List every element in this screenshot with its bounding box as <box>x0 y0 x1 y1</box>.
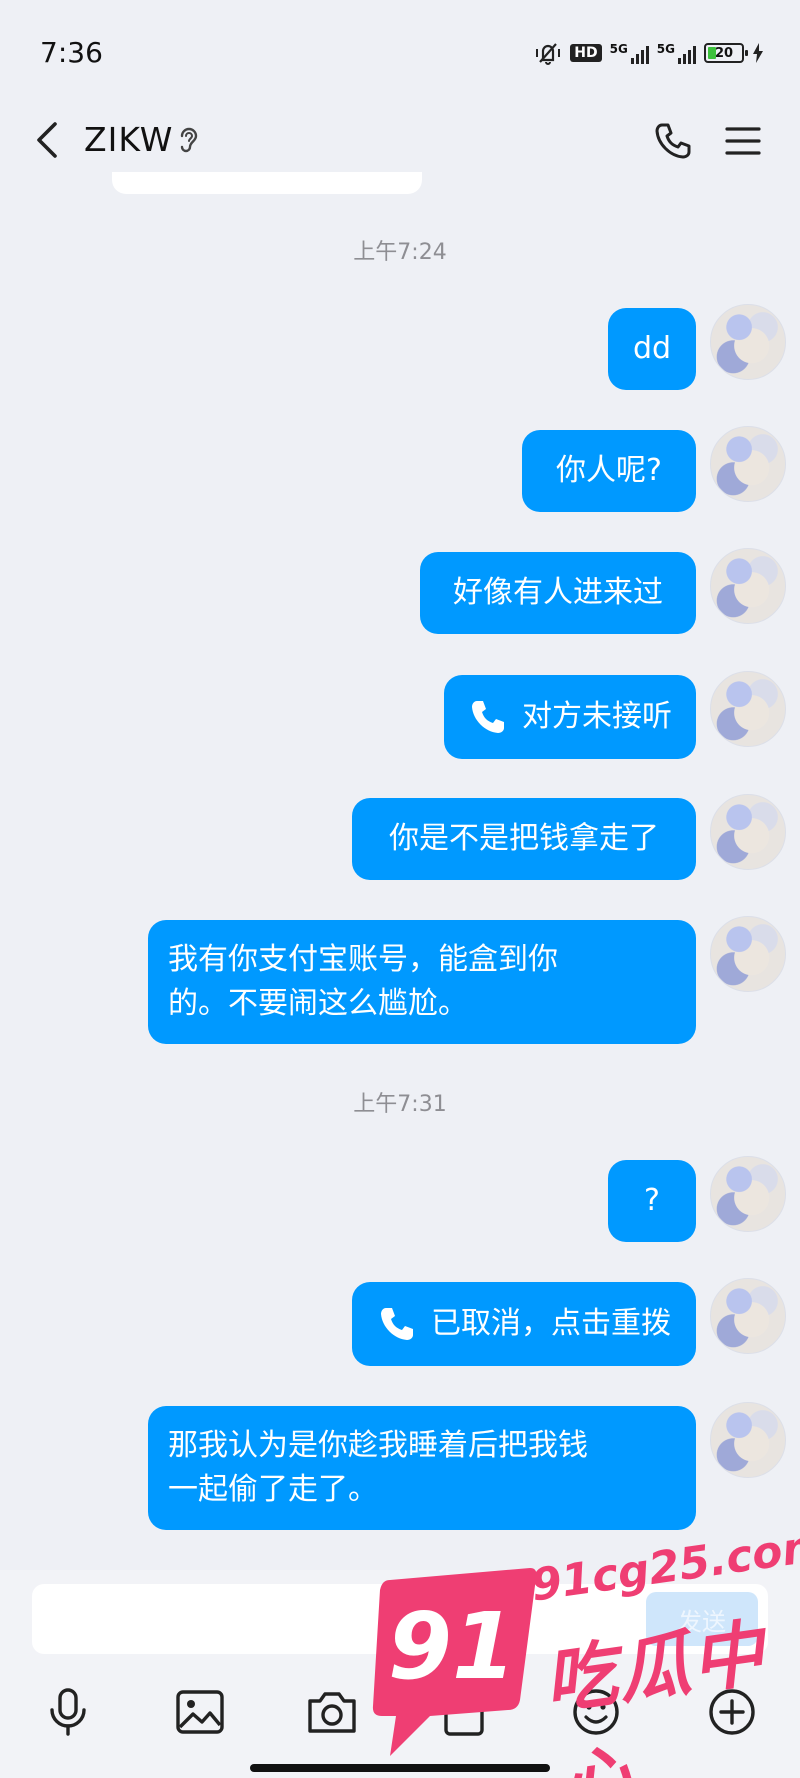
message-text: 你人呢? <box>556 453 662 488</box>
message-text: 你是不是把钱拿走了 <box>389 821 659 856</box>
avatar[interactable] <box>710 916 786 992</box>
message-row: dd <box>608 304 786 390</box>
signal-icon: 5G <box>610 42 649 64</box>
mute-vibrate-icon <box>536 43 561 65</box>
message-bubble[interactable]: 你是不是把钱拿走了 <box>352 798 696 880</box>
image-button[interactable] <box>168 1680 232 1744</box>
send-button[interactable]: 发送 <box>646 1592 758 1646</box>
call-record-text: 对方未接听 <box>522 699 672 734</box>
avatar[interactable] <box>710 1278 786 1354</box>
voice-call-button[interactable] <box>648 116 698 166</box>
message-row: 那我认为是你趁我睡着后把我钱 一起偷了走了。 <box>148 1402 786 1530</box>
message-text: ? <box>644 1183 660 1218</box>
charging-icon <box>753 43 763 63</box>
message-text-line: 一起偷了走了。 <box>168 1472 378 1507</box>
message-row: 对方未接听 <box>444 671 786 759</box>
menu-icon <box>725 127 761 155</box>
message-row: 好像有人进来过 <box>420 548 786 634</box>
more-button[interactable] <box>700 1680 764 1744</box>
message-text-line: 我有你支付宝账号，能盒到你 <box>168 942 558 977</box>
avatar[interactable] <box>710 304 786 380</box>
chat-title[interactable]: ZIKW <box>84 118 173 162</box>
message-row: ? <box>608 1156 786 1242</box>
avatar[interactable] <box>710 1402 786 1478</box>
plus-circle-icon <box>709 1689 755 1735</box>
home-indicator[interactable] <box>250 1764 550 1772</box>
previous-message-edge <box>112 172 422 194</box>
message-text-line: 的。不要闹这么尴尬。 <box>168 986 468 1021</box>
message-timestamp: 上午7:31 <box>353 1092 447 1117</box>
battery-level: 20 <box>714 45 734 61</box>
phone-icon <box>381 1308 413 1340</box>
status-icons: HD 5G 5G 20 <box>534 40 764 66</box>
status-time: 7:36 <box>40 36 103 69</box>
message-row: 你人呢? <box>522 426 786 512</box>
emoji-button[interactable] <box>564 1680 628 1744</box>
input-toolbar <box>0 1680 800 1760</box>
microphone-icon <box>50 1688 86 1736</box>
message-row: 已取消，点击重拨 <box>352 1278 786 1366</box>
call-record-bubble[interactable]: 已取消，点击重拨 <box>352 1282 696 1366</box>
message-bubble[interactable]: 好像有人进来过 <box>420 552 696 634</box>
phone-icon <box>655 123 691 159</box>
image-icon <box>176 1690 224 1734</box>
message-text: dd <box>632 331 672 366</box>
battery-icon: 20 <box>704 43 748 63</box>
red-packet-button[interactable] <box>432 1680 496 1744</box>
call-record-bubble[interactable]: 对方未接听 <box>444 675 696 759</box>
voice-button[interactable] <box>36 1680 100 1744</box>
message-bubble[interactable]: dd <box>608 308 696 390</box>
back-arrow-icon <box>37 122 57 158</box>
chat-menu-button[interactable] <box>718 116 768 166</box>
back-button[interactable] <box>24 118 68 162</box>
message-row: 我有你支付宝账号，能盒到你 的。不要闹这么尴尬。 <box>148 916 786 1044</box>
emoji-icon <box>573 1689 619 1735</box>
message-row: 你是不是把钱拿走了 <box>352 794 786 880</box>
call-record-text: 已取消，点击重拨 <box>431 1306 671 1341</box>
phone-icon <box>472 701 504 733</box>
avatar[interactable] <box>710 426 786 502</box>
message-bubble[interactable]: 那我认为是你趁我睡着后把我钱 一起偷了走了。 <box>148 1406 696 1530</box>
message-text: 好像有人进来过 <box>453 575 663 610</box>
red-packet-icon <box>444 1688 484 1736</box>
avatar[interactable] <box>710 548 786 624</box>
message-bubble[interactable]: 我有你支付宝账号，能盒到你 的。不要闹这么尴尬。 <box>148 920 696 1044</box>
message-bubble[interactable]: 你人呢? <box>522 430 696 512</box>
message-timestamp: 上午7:24 <box>353 240 447 265</box>
input-area: 发送 <box>0 1570 800 1778</box>
message-text-line: 那我认为是你趁我睡着后把我钱 <box>168 1428 588 1463</box>
message-bubble[interactable]: ? <box>608 1160 696 1242</box>
avatar[interactable] <box>710 671 786 747</box>
status-bar: 7:36 HD 5G 5G 20 <box>0 0 800 104</box>
avatar[interactable] <box>710 1156 786 1232</box>
avatar[interactable] <box>710 794 786 870</box>
ear-icon <box>180 127 198 153</box>
camera-button[interactable] <box>300 1680 364 1744</box>
chat-screen: 7:36 HD 5G 5G 20 ZIKW 上午7:24 dd 你人呢? 好像有… <box>0 0 800 1778</box>
hd-badge: HD <box>570 44 602 62</box>
camera-icon <box>308 1692 356 1733</box>
signal-icon: 5G <box>657 42 696 64</box>
